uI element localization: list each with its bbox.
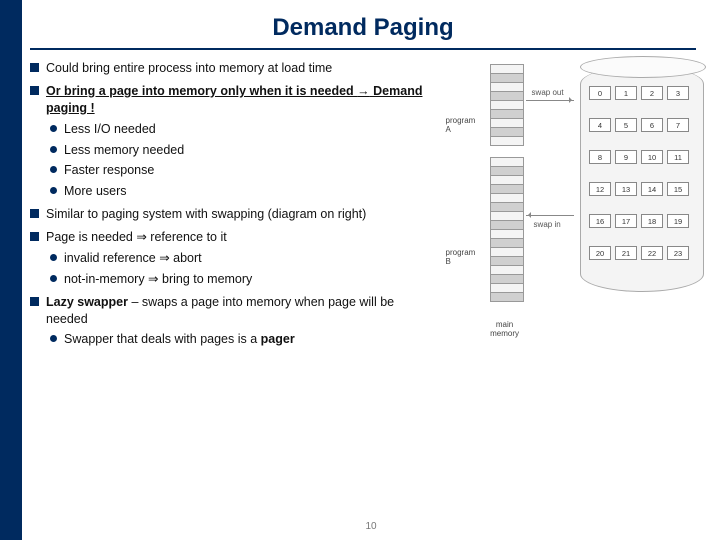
- page-box: 21: [615, 246, 637, 260]
- page-box: 7: [667, 118, 689, 132]
- label-swap-out: swap out: [532, 88, 564, 97]
- page-box: 4: [589, 118, 611, 132]
- bullet-4-sub-1: invalid reference ⇒ abort: [46, 250, 424, 267]
- content: Could bring entire process into memory a…: [22, 60, 720, 360]
- bullet-5-sub-1-term: pager: [261, 332, 295, 346]
- page-box: 13: [615, 182, 637, 196]
- page-box: 9: [615, 150, 637, 164]
- page-box: 18: [641, 214, 663, 228]
- disk-row-2: 8 9 10 11: [589, 150, 697, 164]
- page-box: 0: [589, 86, 611, 100]
- arrow-swap-out-icon: [526, 100, 574, 101]
- bullet-3: Similar to paging system with swapping (…: [28, 206, 424, 223]
- page-number: 10: [365, 521, 376, 532]
- bullet-2-text-a: Or bring a page into memory only when it…: [46, 84, 357, 98]
- disk-row-0: 0 1 2 3: [589, 86, 697, 100]
- bullet-5-term: Lazy swapper: [46, 295, 128, 309]
- bullet-2: Or bring a page into memory only when it…: [28, 83, 424, 200]
- page-box: 11: [667, 150, 689, 164]
- page-box: 14: [641, 182, 663, 196]
- disk-row-1: 4 5 6 7: [589, 118, 697, 132]
- bullet-1: Could bring entire process into memory a…: [28, 60, 424, 77]
- page-box: 2: [641, 86, 663, 100]
- disk-row-4: 16 17 18 19: [589, 214, 697, 228]
- page-box: 20: [589, 246, 611, 260]
- page-box: 6: [641, 118, 663, 132]
- bullet-2-sub-4: More users: [46, 183, 424, 200]
- page-box: 5: [615, 118, 637, 132]
- bullet-2-sub-2: Less memory needed: [46, 142, 424, 159]
- memory-column: [490, 64, 524, 301]
- disk-row-3: 12 13 14 15: [589, 182, 697, 196]
- arrow-swap-in-icon: [526, 215, 574, 216]
- bullet-4-sublist: invalid reference ⇒ abort not-in-memory …: [46, 250, 424, 288]
- bullet-2-sub-1: Less I/O needed: [46, 121, 424, 138]
- label-main-memory: main memory: [470, 320, 540, 338]
- bullet-5: Lazy swapper – swaps a page into memory …: [28, 294, 424, 349]
- page-box: 8: [589, 150, 611, 164]
- arrow-right-icon: →: [357, 84, 370, 98]
- bullet-4-sub-2: not-in-memory ⇒ bring to memory: [46, 271, 424, 288]
- page-box: 1: [615, 86, 637, 100]
- disk-icon: 0 1 2 3 4 5 6 7 8 9 10 11: [580, 66, 704, 292]
- bullet-5-sub-1-text: Swapper that deals with pages is a: [64, 332, 261, 346]
- label-program-a: program A: [446, 116, 476, 134]
- text-column: Could bring entire process into memory a…: [28, 60, 424, 360]
- page-box: 23: [667, 246, 689, 260]
- bullet-2-sublist: Less I/O needed Less memory needed Faste…: [46, 121, 424, 201]
- bullet-4-text: Page is needed ⇒ reference to it: [46, 230, 227, 244]
- diagram-column: program A program B main memory 0 1 2 3 …: [424, 60, 710, 360]
- page-box: 15: [667, 182, 689, 196]
- disk-row-5: 20 21 22 23: [589, 246, 697, 260]
- bullet-list: Could bring entire process into memory a…: [28, 60, 424, 348]
- page-box: 12: [589, 182, 611, 196]
- swap-diagram: program A program B main memory 0 1 2 3 …: [428, 60, 710, 360]
- page-box: 17: [615, 214, 637, 228]
- page-box: 3: [667, 86, 689, 100]
- bullet-5-sub-1: Swapper that deals with pages is a pager: [46, 331, 424, 348]
- bullet-2-sub-3: Faster response: [46, 162, 424, 179]
- page-box: 10: [641, 150, 663, 164]
- label-program-b: program B: [446, 248, 476, 266]
- page-box: 22: [641, 246, 663, 260]
- bullet-5-sublist: Swapper that deals with pages is a pager: [46, 331, 424, 348]
- bullet-4: Page is needed ⇒ reference to it invalid…: [28, 229, 424, 288]
- page-box: 19: [667, 214, 689, 228]
- page-title: Demand Paging: [30, 0, 696, 50]
- page-box: 16: [589, 214, 611, 228]
- label-swap-in: swap in: [534, 220, 561, 229]
